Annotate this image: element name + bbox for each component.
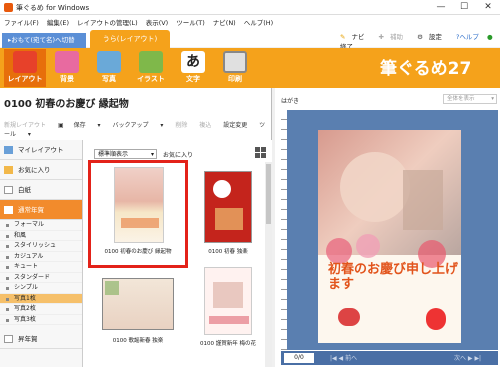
illustration-icon <box>139 51 163 73</box>
prev-page-button[interactable]: |◀ ◀ 前へ <box>330 353 357 362</box>
layout-card-3[interactable]: 0100 歌謡新春 独楽 <box>94 272 182 348</box>
title-bar: 筆ぐるめ for Windows — ☐ ✕ <box>0 0 500 15</box>
tab-back-layout[interactable]: うら(レイアウト) <box>90 30 170 48</box>
sidebar-item-favorites[interactable]: お気に入り <box>0 160 82 180</box>
brand-logo: 筆ぐるめ27 <box>380 59 472 79</box>
app-icon <box>4 3 13 12</box>
category-sidebar: マイレイアウト お気に入り 白紙 通常年賀 フォーマル 和風 スタイリッシュ カ… <box>0 140 83 367</box>
page-icon <box>4 335 13 343</box>
card-thumbnail <box>204 171 252 243</box>
menu-bar: ファイル(F) 編集(E) レイアウトの管理(L) 表示(V) ツール(T) ナビ(N) ヘ… <box>0 15 500 27</box>
toolbar-layout-button[interactable]: レイアウト <box>4 49 46 87</box>
action-bar: 新規レイアウト ▣ 保存 ▾ バックアップ ▾ 削除 複込 設定変更 ツール ▾ <box>4 120 270 138</box>
selection-highlight <box>88 160 188 268</box>
menu-edit[interactable]: 編集(E) <box>43 15 73 27</box>
menu-file[interactable]: ファイル(F) <box>0 15 43 27</box>
delete-button[interactable]: 削除 <box>175 122 187 129</box>
menu-help[interactable]: ヘルプ(H) <box>240 15 277 27</box>
menu-view[interactable]: 表示(V) <box>142 15 173 27</box>
sort-select[interactable]: 標準順表示 ▾ <box>94 149 157 159</box>
card-thumbnail <box>204 267 252 335</box>
save-button[interactable]: ▣ 保存 ▾ <box>58 122 101 129</box>
postcard-preview: 初春のお慶び申し上げます <box>318 130 461 343</box>
sidebar-item-shonenga[interactable]: 昇年賀 <box>0 329 82 349</box>
layout-card-4[interactable]: 0100 謹賀新年 梅の花 <box>192 265 264 349</box>
sidebar-item-nenga[interactable]: 通常年賀 <box>0 200 82 220</box>
save-icon: ▣ <box>57 122 64 129</box>
quit-icon: ● <box>487 33 493 41</box>
minimize-button[interactable]: — <box>430 0 452 15</box>
preview-label: はがき <box>281 98 300 105</box>
daruma-graphic <box>426 308 446 330</box>
menu-layout-manage[interactable]: レイアウトの管理(L) <box>73 15 142 27</box>
settings-link[interactable]: ⚙ 設定 <box>417 33 448 41</box>
plum-flower-graphic <box>356 234 380 258</box>
settings-change-button[interactable]: 設定変更 <box>223 122 247 129</box>
bowl-graphic <box>338 308 360 326</box>
assist-icon: ✚ <box>378 33 384 41</box>
favorites-filter[interactable]: お気に入り <box>163 150 193 159</box>
sidebar-sub-photo1[interactable]: 写真1枚 <box>0 293 82 304</box>
gear-icon: ⚙ <box>417 33 423 41</box>
folder-icon <box>4 146 13 154</box>
sidebar-sub-stylish[interactable]: スタイリッシュ <box>0 241 82 252</box>
menu-tools[interactable]: ツール(T) <box>172 15 209 27</box>
assist-link[interactable]: ✚ 補助 <box>379 33 409 41</box>
toolbar-background-button[interactable]: 背景 <box>46 49 88 87</box>
background-icon <box>55 51 79 73</box>
chevron-down-icon: ▾ <box>150 151 154 158</box>
card-thumbnail <box>102 278 174 330</box>
blank-page-icon <box>4 186 13 194</box>
text-brush-icon: あ <box>181 51 205 73</box>
panel-title: 0100 初春のお慶び 縁起物 <box>4 99 129 110</box>
sidebar-sub-wafu[interactable]: 和風 <box>0 231 82 241</box>
sidebar-sub-photo3[interactable]: 写真3枚 <box>0 315 82 325</box>
help-link[interactable]: ?ヘルプ <box>456 33 479 41</box>
nenga-icon <box>4 206 13 214</box>
navi-icon: ✎ <box>340 33 346 41</box>
chevron-down-icon: ▾ <box>491 96 494 102</box>
tab-front-address[interactable]: ▸おもて(宛て名)へ切替 <box>2 33 86 48</box>
greeting-text: 初春のお慶び申し上げます <box>328 262 459 292</box>
sidebar-sub-cute[interactable]: キュート <box>0 262 82 273</box>
star-icon <box>4 166 13 174</box>
printer-icon <box>223 51 247 73</box>
toolbar-illustration-button[interactable]: イラスト <box>130 49 172 87</box>
copy-button[interactable]: 複込 <box>199 122 211 129</box>
scrollbar-thumb[interactable] <box>266 164 271 224</box>
postcard-photo <box>318 130 461 255</box>
sidebar-sub-simple[interactable]: シンプル <box>0 283 82 294</box>
grid-view-icon[interactable] <box>255 147 266 158</box>
toolbar-photo-button[interactable]: 写真 <box>88 49 130 87</box>
sidebar-sub-photo2[interactable]: 写真2枚 <box>0 304 82 315</box>
page-counter: 0/0 <box>284 353 314 363</box>
sidebar-item-my-layout[interactable]: マイレイアウト <box>0 140 82 160</box>
navi-link[interactable]: ✎ ナビ <box>340 33 370 41</box>
sidebar-sub-formal[interactable]: フォーマル <box>0 220 82 231</box>
photo-icon <box>97 51 121 73</box>
zoom-select[interactable]: 全体を表示 ▾ <box>443 94 497 104</box>
new-layout-button[interactable]: 新規レイアウト <box>4 122 46 129</box>
top-links: ✎ ナビ ✚ 補助 ⚙ 設定 ?ヘルプ ●終了 <box>340 31 500 51</box>
sidebar-item-blank[interactable]: 白紙 <box>0 180 82 200</box>
layout-icon <box>13 51 37 73</box>
toolbar-text-button[interactable]: あ 文字 <box>172 49 214 87</box>
plum-flower-graphic <box>326 238 352 264</box>
grid-scrollbar[interactable] <box>265 162 272 367</box>
window-title: 筆ぐるめ for Windows <box>16 4 90 12</box>
layout-card-2[interactable]: 0100 初春 独楽 <box>192 165 264 260</box>
menu-navi[interactable]: ナビ(N) <box>209 15 240 27</box>
close-button[interactable]: ✕ <box>477 0 499 15</box>
backup-button[interactable]: バックアップ ▾ <box>112 122 163 129</box>
vertical-ruler <box>281 110 287 350</box>
sidebar-sub-standard[interactable]: スタンダード <box>0 273 82 283</box>
next-page-button[interactable]: 次へ ▶ ▶| <box>454 353 481 362</box>
sidebar-sub-casual[interactable]: カジュアル <box>0 252 82 262</box>
toolbar-print-button[interactable]: 印刷 <box>214 49 256 87</box>
maximize-button[interactable]: ☐ <box>453 0 475 15</box>
